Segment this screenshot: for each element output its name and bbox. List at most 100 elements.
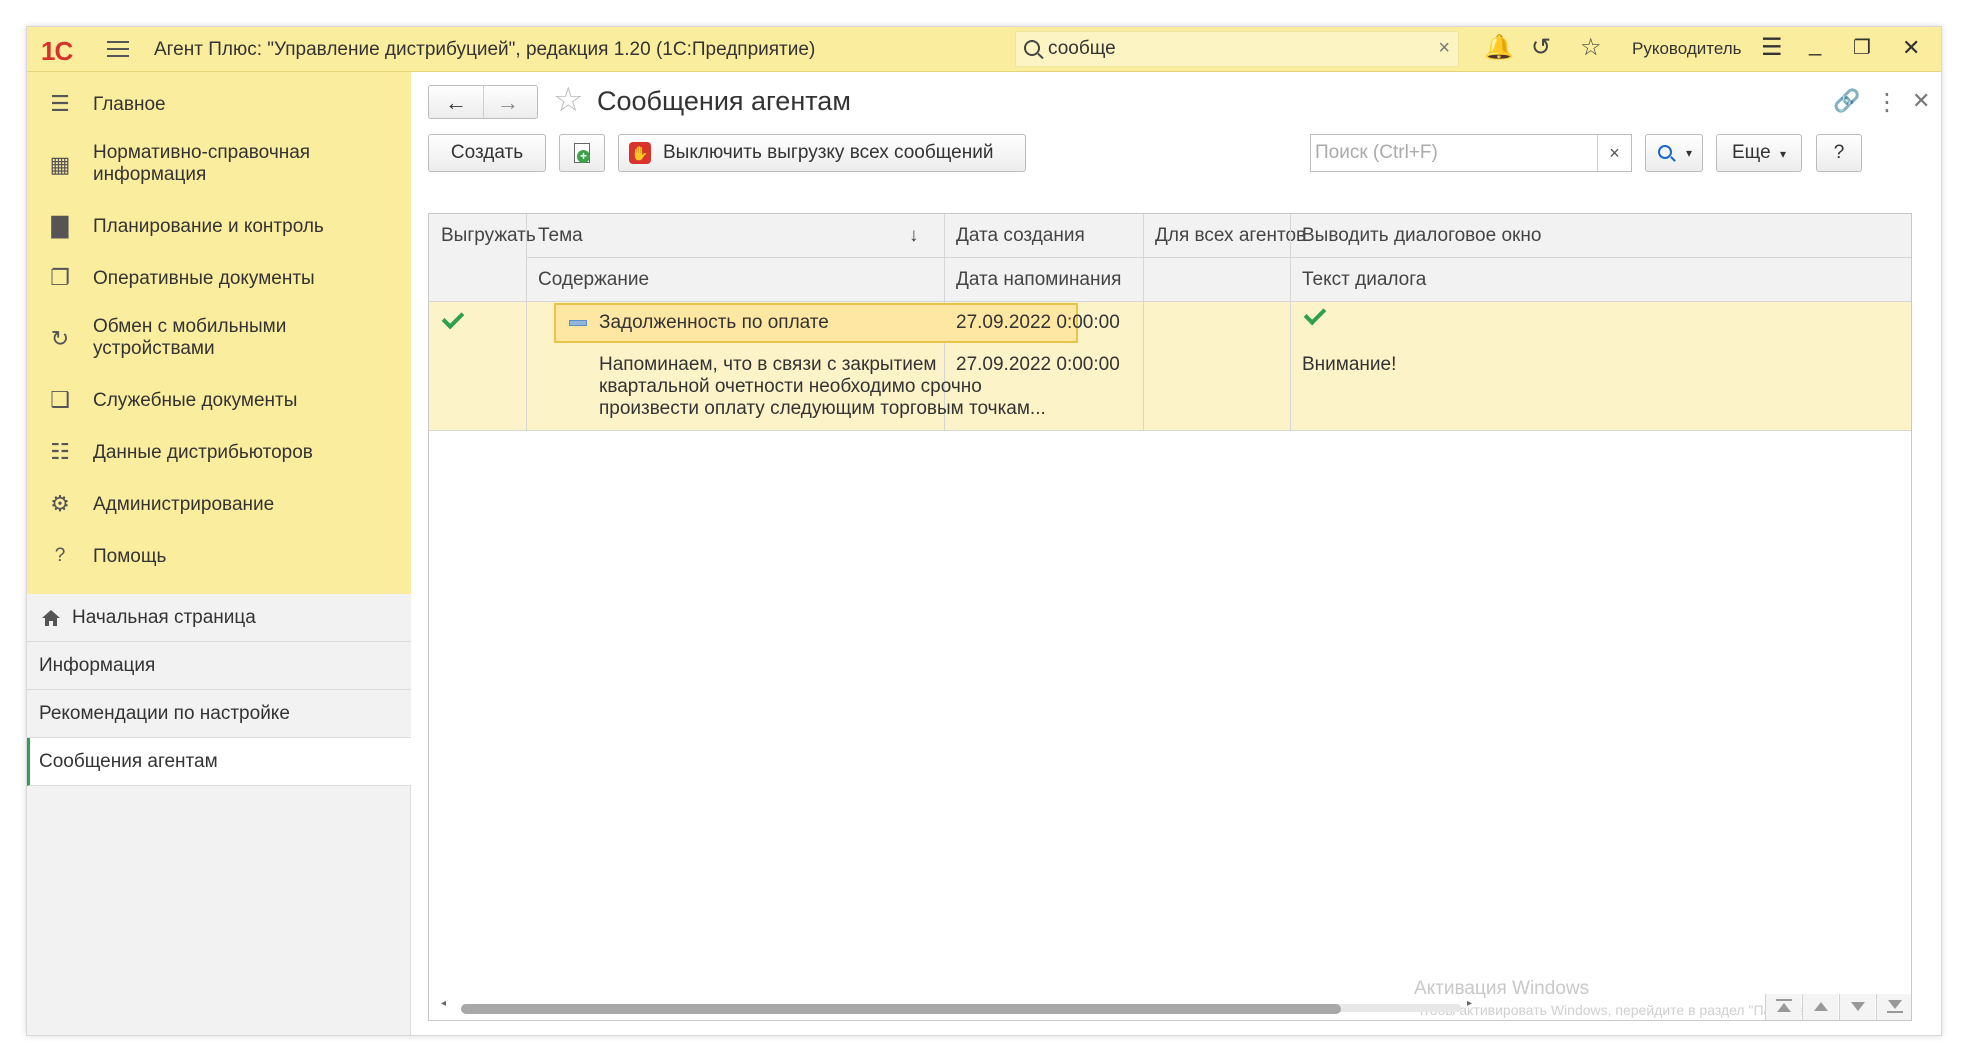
list-search-input[interactable] <box>1315 139 1595 167</box>
chart-icon: ▇ <box>51 213 69 238</box>
content-line: квартальной очетности необходимо срочно <box>599 376 982 397</box>
title-bar: 1С Агент Плюс: "Управление дистрибуцией"… <box>27 27 1941 72</box>
disable-all-upload-button[interactable]: ✋ Выключить выгрузку всех сообщений <box>618 134 1026 172</box>
gear-icon: ⚙ <box>50 491 70 516</box>
table-header: Выгружать Тема ↓ Дата создания Для всех … <box>429 214 1911 302</box>
open-windows-list: Начальная страница Информация Рекомендац… <box>27 594 411 786</box>
collapse-group-icon[interactable] <box>569 320 587 326</box>
sidebar: ☰ Главное ▦ Нормативно-справочная информ… <box>27 72 411 1035</box>
help-button[interactable]: ? <box>1816 134 1862 172</box>
scroll-to-bottom-icon[interactable] <box>1876 994 1911 1020</box>
sidebar-item-administration[interactable]: ⚙ Администрирование <box>27 486 411 522</box>
open-window-recommendations[interactable]: Рекомендации по настройке <box>27 690 411 738</box>
sidebar-item-mobile-exchange[interactable]: ↻ Обмен с мобильными устройствами <box>27 310 411 364</box>
history-icon[interactable]: ↺ <box>1531 35 1551 61</box>
sidebar-item-label: Администрирование <box>93 494 275 515</box>
more-label: Еще <box>1732 142 1771 163</box>
sidebar-item-planning[interactable]: ▇ Планирование и контроль <box>27 208 411 244</box>
add-copy-button[interactable] <box>559 134 605 172</box>
open-window-label: Начальная страница <box>72 607 256 628</box>
open-window-label: Сообщения агентам <box>39 751 218 772</box>
history-nav: ← → <box>428 85 538 119</box>
topic-cell: Задолженность по оплате <box>599 312 829 333</box>
col-topic[interactable]: Тема <box>526 214 583 257</box>
dropdown-arrow-icon: ▾ <box>1686 146 1693 160</box>
messages-table[interactable]: Выгружать Тема ↓ Дата создания Для всех … <box>428 213 1912 1021</box>
close-form-icon[interactable]: ✕ <box>1912 88 1930 114</box>
open-window-information[interactable]: Информация <box>27 642 411 690</box>
favorites-star-icon[interactable]: ☆ <box>1580 35 1602 61</box>
sidebar-item-label: Помощь <box>93 546 167 567</box>
sidebar-item-service-docs[interactable]: ❑ Служебные документы <box>27 382 411 418</box>
open-window-label: Информация <box>39 655 156 676</box>
back-arrow-icon[interactable]: ← <box>445 90 467 116</box>
global-search-box[interactable]: × <box>1015 31 1459 67</box>
sidebar-item-label: Нормативно-справочная информация <box>93 142 311 185</box>
bell-icon[interactable]: 🔔 <box>1484 35 1514 61</box>
search-icon <box>1024 40 1040 56</box>
open-window-agent-messages[interactable]: Сообщения агентам <box>27 738 411 786</box>
home-icon <box>42 610 60 626</box>
scroll-to-top-icon[interactable] <box>1765 994 1801 1020</box>
sync-icon: ↻ <box>50 326 70 351</box>
settings-menu-icon[interactable]: ☰ <box>1761 33 1783 62</box>
dialog-text-cell: Внимание! <box>1302 354 1397 375</box>
sort-desc-icon: ↓ <box>909 225 919 246</box>
sidebar-item-label: Оперативные документы <box>93 268 315 289</box>
distributors-icon: ☷ <box>50 439 70 464</box>
search-icon <box>1658 145 1672 159</box>
sidebar-item-help[interactable]: ? Помощь <box>27 538 411 574</box>
clear-search-icon[interactable]: × <box>1438 37 1450 60</box>
col-created[interactable]: Дата создания <box>944 214 1085 257</box>
scroll-right-icon[interactable]: ▸ <box>1467 998 1472 1009</box>
open-window-label: Рекомендации по настройке <box>39 703 290 724</box>
document-add-icon <box>574 143 590 163</box>
col-content[interactable]: Содержание <box>526 258 649 301</box>
close-icon[interactable]: ✕ <box>1902 35 1920 61</box>
app-title: Агент Плюс: "Управление дистрибуцией", р… <box>154 39 816 60</box>
more-button[interactable]: Еще ▾ <box>1716 134 1802 172</box>
sidebar-item-documents[interactable]: ❐ Оперативные документы <box>27 260 411 296</box>
restore-icon[interactable]: ❐ <box>1853 35 1871 60</box>
page-down-icon[interactable] <box>1839 994 1875 1020</box>
scroll-thumb[interactable] <box>461 1004 1341 1014</box>
sidebar-item-label: Данные дистрибьюторов <box>93 442 313 463</box>
sidebar-item-label: Обмен с мобильными устройствами <box>93 316 287 359</box>
global-search-input[interactable] <box>1048 36 1428 62</box>
find-button[interactable]: ▾ <box>1645 134 1703 172</box>
minimize-icon[interactable]: _ <box>1809 31 1821 57</box>
favorite-star-icon[interactable]: ☆ <box>553 82 583 118</box>
col-show-dialog[interactable]: Выводить диалоговое окно <box>1290 214 1541 257</box>
clear-list-search-icon[interactable]: × <box>1597 135 1631 171</box>
reminder-cell: 27.09.2022 0:00:00 <box>956 354 1120 375</box>
created-cell: 27.09.2022 0:00:00 <box>956 312 1120 333</box>
sidebar-item-label: Главное <box>93 94 166 115</box>
list-search-box: × <box>1310 134 1632 172</box>
open-window-home[interactable]: Начальная страница <box>27 594 411 642</box>
main-menu-icon[interactable] <box>107 41 129 59</box>
col-dialog-text[interactable]: Текст диалога <box>1290 258 1426 301</box>
content-line: Напоминаем, что в связи с закрытием <box>599 354 937 375</box>
horizontal-scrollbar[interactable]: ◂ ▸ <box>429 994 1911 1020</box>
sidebar-item-reference[interactable]: ▦ Нормативно-справочная информация <box>27 136 411 190</box>
sidebar-item-distributors[interactable]: ☷ Данные дистрибьюторов <box>27 434 411 470</box>
scroll-track[interactable] <box>461 1004 1461 1014</box>
create-button[interactable]: Создать <box>428 134 546 172</box>
col-upload[interactable]: Выгружать <box>429 214 536 257</box>
sections-panel: ☰ Главное ▦ Нормативно-справочная информ… <box>27 72 411 594</box>
menu-icon: ☰ <box>50 91 70 116</box>
current-user[interactable]: Руководитель <box>1632 39 1742 59</box>
page-up-icon[interactable] <box>1802 994 1838 1020</box>
scroll-left-icon[interactable]: ◂ <box>441 998 446 1009</box>
col-for-all-agents[interactable]: Для всех агентов <box>1143 214 1306 257</box>
link-icon[interactable]: 🔗 <box>1833 88 1860 114</box>
sidebar-item-main[interactable]: ☰ Главное <box>27 86 411 122</box>
help-icon: ? <box>54 545 66 566</box>
forward-arrow-icon[interactable]: → <box>497 90 519 116</box>
col-reminder[interactable]: Дата напоминания <box>944 258 1121 301</box>
logo-1c: 1С <box>41 36 73 66</box>
disable-all-label: Выключить выгрузку всех сообщений <box>663 142 994 163</box>
service-docs-icon: ❑ <box>50 387 70 412</box>
more-actions-icon[interactable]: ⋮ <box>1875 88 1899 117</box>
page-title: Сообщения агентам <box>597 86 851 116</box>
